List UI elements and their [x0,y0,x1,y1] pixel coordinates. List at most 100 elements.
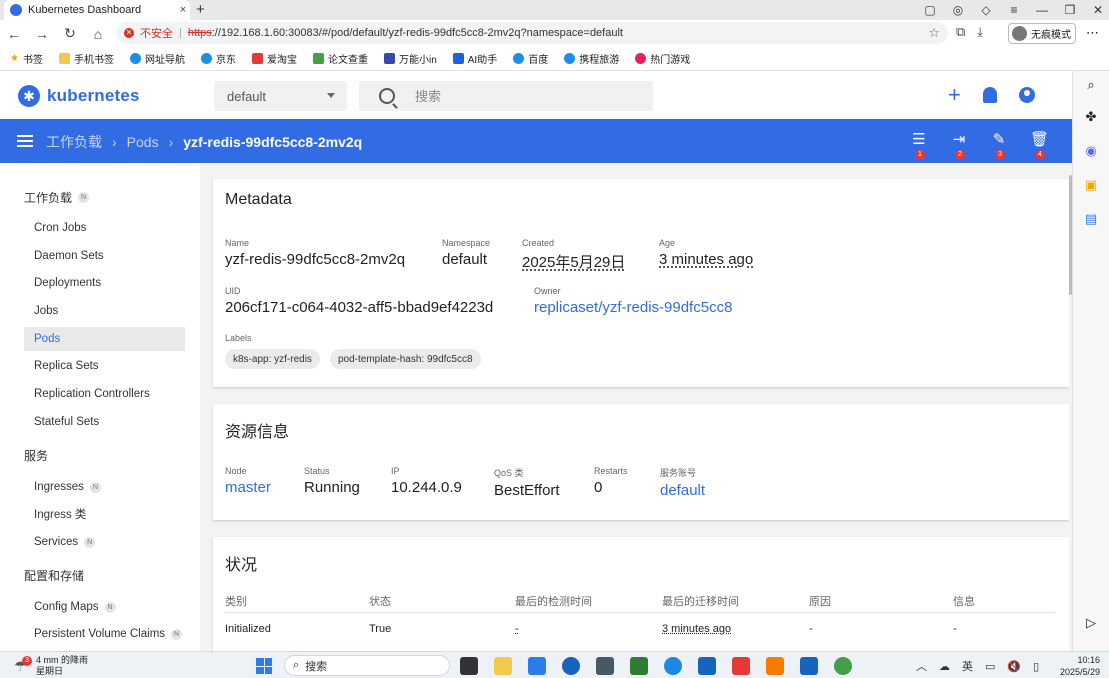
notifications-icon[interactable] [982,87,997,103]
account-icon[interactable] [1018,87,1035,103]
bookmark-item[interactable]: 百度 [513,51,548,66]
column-header[interactable]: 信息 [953,593,975,609]
windows-start-icon[interactable] [256,658,272,674]
wps-icon[interactable] [732,657,750,675]
bookmark-item[interactable]: 万能小in [383,51,437,66]
wechat-icon[interactable] [630,657,648,675]
column-header[interactable]: 最后的迁移时间 [662,593,739,609]
chevron-up-icon[interactable]: ︿ [916,658,927,674]
bookmark-item[interactable]: 热门游戏 [635,51,690,66]
app-icon[interactable] [766,657,784,675]
sidebar-section-services[interactable]: 服务 [24,447,48,464]
app-icon[interactable] [562,657,580,675]
scrollbar-thumb[interactable] [1069,175,1072,295]
new-tab-button[interactable]: + [196,1,205,18]
sidebar-section-workloads[interactable]: 工作负载 N [24,189,90,206]
sidebar-item-pods[interactable]: Pods [24,327,185,351]
pin-icon[interactable]: ✤ [1083,109,1099,125]
game-icon[interactable]: ◎ [951,3,965,17]
sidebar-item-stateful-sets[interactable]: Stateful Sets [24,410,185,434]
create-resource-icon[interactable]: + [948,84,961,106]
file-explorer-icon[interactable] [494,657,512,675]
bookmark-item[interactable]: 网址导航 [129,51,185,66]
task-view-icon[interactable] [460,657,478,675]
sidebar-item-ingress-classes[interactable]: Ingress 类 [24,502,185,526]
bookmark-star-icon[interactable]: ☆ [928,25,940,41]
more-menu-icon[interactable]: ⋯ [1086,25,1099,41]
forward-icon[interactable]: → [28,26,56,42]
taskbar-clock[interactable]: 10:16 2025/5/29 [1042,654,1100,678]
volume-icon[interactable]: 🔇 [1007,660,1021,673]
edit-button[interactable]: ✎ 3 [990,131,1008,160]
extension-icon[interactable]: ◇ [979,3,993,17]
collapse-panel-icon[interactable]: ▷ [1083,615,1099,631]
exec-button[interactable]: ⇥ 2 [950,131,968,160]
created-value[interactable]: 2025年5月29日 [522,251,625,272]
download-icon[interactable]: ⤓ [977,24,983,40]
menu-toggle-icon[interactable] [17,135,33,147]
service-account-link[interactable]: default [660,482,705,499]
gamepad-icon[interactable]: ◉ [1083,143,1099,159]
bookmark-item[interactable]: 论文查重 [312,51,368,66]
breadcrumb-workloads[interactable]: 工作负载 [46,132,102,152]
url-input[interactable]: ✕ 不安全 | https://192.168.1.60:30083/#/pod… [116,22,948,44]
ime-indicator[interactable]: 英 [962,658,973,674]
sidebar-item-ingresses[interactable]: Ingresses N [24,475,185,499]
taskbar-search[interactable]: ⌕ 搜索 [284,655,450,676]
network-icon[interactable]: ☁ [939,660,950,673]
game-app-icon[interactable] [596,657,614,675]
tab-search-icon[interactable]: ▢ [923,3,937,17]
tab-close-icon[interactable]: × [176,4,190,16]
breadcrumb-pods[interactable]: Pods [127,134,159,150]
bookmark-item[interactable]: 携程旅游 [564,51,619,66]
sidebar-item-deployments[interactable]: Deployments [24,271,185,295]
search-icon[interactable]: ⌕ [1083,77,1099,93]
condition-transition-time[interactable]: 3 minutes ago [662,623,731,635]
page-scrollbar[interactable] [1069,163,1072,651]
battery-icon[interactable]: ▯ [1033,660,1039,673]
weather-widget[interactable]: ☂ 3 4 mm 的降雨 星期日 [14,655,88,677]
back-icon[interactable]: ← [0,26,28,42]
kubernetes-logo[interactable]: ✱ kubernetes [18,85,140,107]
sidebar-item-replication-controllers[interactable]: Replication Controllers [24,382,185,406]
sidebar-item-services[interactable]: Services N [24,530,185,554]
profile-button[interactable]: 无痕模式 [1008,23,1076,44]
bookmark-item[interactable]: ★ 书签 [10,51,43,66]
wechat-chat-icon[interactable] [834,657,852,675]
sidebar-item-daemon-sets[interactable]: Daemon Sets [24,244,185,268]
translate-icon[interactable]: ▤ [1083,211,1099,227]
namespace-select[interactable]: default [214,81,347,111]
home-icon[interactable]: ⌂ [84,26,112,42]
bookmark-item[interactable]: 爱淘宝 [251,51,297,66]
column-header[interactable]: 最后的检测时间 [515,593,592,609]
maximize-icon[interactable]: ❐ [1063,3,1077,17]
column-header[interactable]: 原因 [809,593,831,609]
sidebar-item-jobs[interactable]: Jobs [24,299,185,323]
minimize-icon[interactable]: — [1035,3,1049,17]
column-header[interactable]: 类别 [225,593,247,609]
bookmark-item[interactable]: AI助手 [452,51,497,66]
age-value[interactable]: 3 minutes ago [659,251,753,268]
app-icon[interactable] [698,657,716,675]
monitor-icon[interactable]: ▭ [985,660,995,673]
sidebar-item-persistent-volume-claims[interactable]: Persistent Volume Claims N [24,622,185,646]
bookmark-item[interactable]: 手机书签 [58,51,114,66]
gift-icon[interactable]: ▣ [1083,177,1099,193]
search-input[interactable] [415,88,635,104]
menu-icon[interactable]: ≡ [1007,3,1021,17]
bookmark-item[interactable]: 京东 [200,51,236,66]
browser-icon[interactable] [664,657,682,675]
store-icon[interactable] [528,657,546,675]
node-link[interactable]: master [225,479,271,496]
sidebar-section-config-storage[interactable]: 配置和存储 [24,567,84,584]
sidebar-item-config-maps[interactable]: Config Maps N [24,595,185,619]
delete-button[interactable]: 🗑 4 [1030,131,1049,160]
browser-tab[interactable]: Kubernetes Dashboard × [4,0,190,20]
close-window-icon[interactable]: ✕ [1091,3,1105,17]
logs-button[interactable]: ☰ 1 [910,131,928,160]
reload-icon[interactable]: ↻ [56,25,84,42]
sidebar-item-replica-sets[interactable]: Replica Sets [24,354,185,378]
sidebar-item-cron-jobs[interactable]: Cron Jobs [24,216,185,240]
column-header[interactable]: 状态 [369,593,391,609]
word-icon[interactable] [800,657,818,675]
